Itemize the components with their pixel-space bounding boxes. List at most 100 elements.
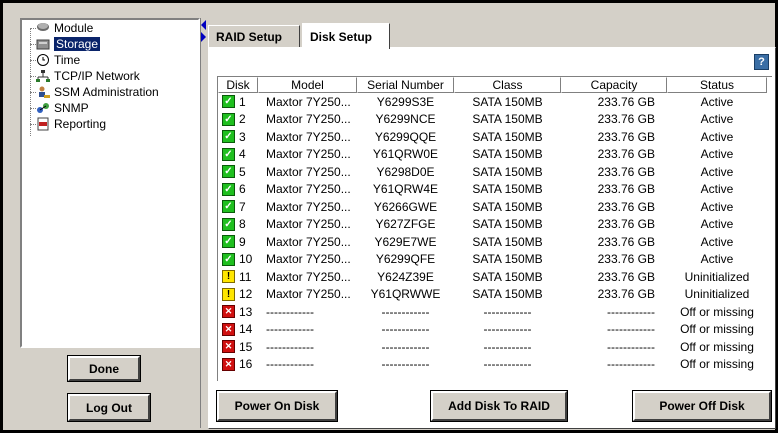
- table-row[interactable]: ✓ 7 Maxtor 7Y250... Y6266GWE SATA 150MB 233.7…: [218, 198, 772, 216]
- class-cell: SATA 150MB: [472, 147, 543, 162]
- done-button[interactable]: Done: [67, 355, 141, 382]
- disk-number: 13: [239, 304, 253, 319]
- table-row[interactable]: ✓ 10 Maxtor 7Y250... Y6299QFE SATA 150MB 233.…: [218, 251, 772, 269]
- checkbox-checked-icon[interactable]: ✓: [222, 235, 235, 249]
- warning-icon[interactable]: !: [222, 270, 235, 284]
- disk-number: 7: [239, 199, 246, 214]
- status-cell: Active: [700, 147, 734, 162]
- error-x-icon[interactable]: ✕: [222, 305, 235, 319]
- column-header-serial-number[interactable]: Serial Number: [357, 77, 454, 93]
- table-row[interactable]: ✕ 15 ------------ ------------ ------------ -…: [218, 338, 772, 356]
- checkbox-checked-icon[interactable]: ✓: [222, 147, 235, 161]
- tree-item-label: Reporting: [54, 117, 107, 131]
- table-row[interactable]: ! 12 Maxtor 7Y250... Y61QRWWE SATA 150MB 233.…: [218, 286, 772, 304]
- disk-number: 9: [239, 234, 246, 249]
- disk-cell: ✓ 8: [218, 217, 258, 231]
- tree-item-reporting[interactable]: Reporting: [36, 116, 106, 132]
- table-row[interactable]: ✓ 1 Maxtor 7Y250... Y6299S3E SATA 150MB 233.7…: [218, 93, 772, 111]
- status-cell: Active: [700, 182, 734, 197]
- column-header-capacity[interactable]: Capacity: [561, 77, 667, 93]
- column-header-disk[interactable]: Disk: [218, 77, 258, 93]
- column-header-class[interactable]: Class: [454, 77, 561, 93]
- table-row[interactable]: ✓ 9 Maxtor 7Y250... Y629E7WE SATA 150MB 233.7…: [218, 233, 772, 251]
- table-row[interactable]: ✓ 5 Maxtor 7Y250... Y6298D0E SATA 150MB 233.7…: [218, 163, 772, 181]
- serial-number-cell: Y61QRWWE: [370, 287, 441, 302]
- tree-item-snmp[interactable]: SNMP: [36, 100, 89, 116]
- model-cell: ------------: [266, 357, 314, 372]
- status-cell: Active: [700, 164, 734, 179]
- checkbox-checked-icon[interactable]: ✓: [222, 217, 235, 231]
- class-cell: SATA 150MB: [472, 217, 543, 232]
- table-row[interactable]: ✕ 13 ------------ ------------ ------------ -…: [218, 303, 772, 321]
- class-cell: SATA 150MB: [472, 199, 543, 214]
- tree-item-time[interactable]: Time: [36, 52, 80, 68]
- table-row[interactable]: ✓ 2 Maxtor 7Y250... Y6299NCE SATA 150MB 233.7…: [218, 111, 772, 129]
- capacity-cell: ------------: [607, 322, 655, 337]
- panel-splitter[interactable]: [200, 18, 206, 428]
- expand-right-arrow-icon[interactable]: [201, 32, 206, 42]
- tree-item-tcpip-network[interactable]: TCP/IP Network: [36, 68, 140, 84]
- table-row[interactable]: ✕ 14 ------------ ------------ ------------ -…: [218, 321, 772, 339]
- serial-number-cell: ------------: [381, 304, 430, 319]
- disk-cell: ✕ 14: [218, 322, 258, 336]
- table-body: ✓ 1 Maxtor 7Y250... Y6299S3E SATA 150MB 233.7…: [218, 93, 772, 373]
- serial-number-cell: Y6266GWE: [373, 199, 438, 214]
- class-cell: SATA 150MB: [472, 234, 543, 249]
- serial-number-cell: Y627ZFGE: [375, 217, 436, 232]
- error-x-icon[interactable]: ✕: [222, 340, 235, 354]
- status-cell: Active: [700, 252, 734, 267]
- disk-cell: ✕ 16: [218, 357, 258, 371]
- tree-item-ssm-administration[interactable]: SSM Administration: [36, 84, 159, 100]
- class-cell: SATA 150MB: [472, 269, 543, 284]
- checkbox-checked-icon[interactable]: ✓: [222, 130, 235, 144]
- serial-number-cell: Y624Z39E: [377, 269, 434, 284]
- tab-raid-setup[interactable]: RAID Setup: [208, 25, 300, 47]
- capacity-cell: 233.76 GB: [597, 252, 655, 267]
- table-row[interactable]: ✓ 4 Maxtor 7Y250... Y61QRW0E SATA 150MB 233.7…: [218, 146, 772, 164]
- status-cell: Active: [700, 112, 734, 127]
- tree-item-label: Storage: [54, 37, 101, 51]
- column-header-status[interactable]: Status: [667, 77, 767, 93]
- error-x-icon[interactable]: ✕: [222, 322, 235, 336]
- logout-button[interactable]: Log Out: [67, 393, 151, 422]
- disk-table: Disk Model Serial Number Class Capacity …: [217, 76, 772, 381]
- checkbox-checked-icon[interactable]: ✓: [222, 182, 235, 196]
- checkbox-checked-icon[interactable]: ✓: [222, 165, 235, 179]
- disk-number: 14: [239, 322, 253, 337]
- serial-number-cell: Y61QRW4E: [372, 182, 439, 197]
- disk-number: 6: [239, 182, 246, 197]
- checkbox-checked-icon[interactable]: ✓: [222, 112, 235, 126]
- power-off-disk-button[interactable]: Power Off Disk: [632, 390, 772, 422]
- table-row[interactable]: ✕ 16 ------------ ------------ ------------ -…: [218, 356, 772, 374]
- help-icon[interactable]: ?: [754, 54, 769, 70]
- model-cell: ------------: [266, 322, 314, 337]
- tree-item-module[interactable]: Module: [36, 20, 93, 36]
- add-disk-to-raid-button[interactable]: Add Disk To RAID: [430, 390, 568, 422]
- disk-cell: ✕ 13: [218, 305, 258, 319]
- disk-cell: ✕ 15: [218, 340, 258, 354]
- collapse-left-arrow-icon[interactable]: [201, 20, 206, 30]
- tab-disk-setup[interactable]: Disk Setup: [302, 23, 390, 49]
- tree-item-storage[interactable]: Storage: [36, 36, 101, 52]
- checkbox-checked-icon[interactable]: ✓: [222, 95, 235, 109]
- table-row[interactable]: ✓ 8 Maxtor 7Y250... Y627ZFGE SATA 150MB 233.7…: [218, 216, 772, 234]
- model-cell: Maxtor 7Y250...: [266, 234, 351, 249]
- model-cell: ------------: [266, 304, 314, 319]
- table-row[interactable]: ✓ 3 Maxtor 7Y250... Y6299QQE SATA 150MB 233.7…: [218, 128, 772, 146]
- table-row[interactable]: ! 11 Maxtor 7Y250... Y624Z39E SATA 150MB 233.…: [218, 268, 772, 286]
- table-row[interactable]: ✓ 6 Maxtor 7Y250... Y61QRW4E SATA 150MB 233.7…: [218, 181, 772, 199]
- warning-icon[interactable]: !: [222, 287, 235, 301]
- class-cell: ------------: [483, 322, 532, 337]
- class-cell: SATA 150MB: [472, 112, 543, 127]
- checkbox-checked-icon[interactable]: ✓: [222, 252, 235, 266]
- disk-number: 3: [239, 129, 246, 144]
- column-header-model[interactable]: Model: [258, 77, 357, 93]
- disk-cell: ✓ 6: [218, 182, 258, 196]
- tree-item-label: TCP/IP Network: [54, 69, 140, 83]
- admin-icon: [36, 85, 50, 99]
- power-on-disk-button[interactable]: Power On Disk: [216, 390, 338, 422]
- error-x-icon[interactable]: ✕: [222, 357, 235, 371]
- checkbox-checked-icon[interactable]: ✓: [222, 200, 235, 214]
- navigation-tree: Module Storage Time TCP/IP Network SSM A…: [20, 18, 200, 348]
- class-cell: SATA 150MB: [472, 287, 543, 302]
